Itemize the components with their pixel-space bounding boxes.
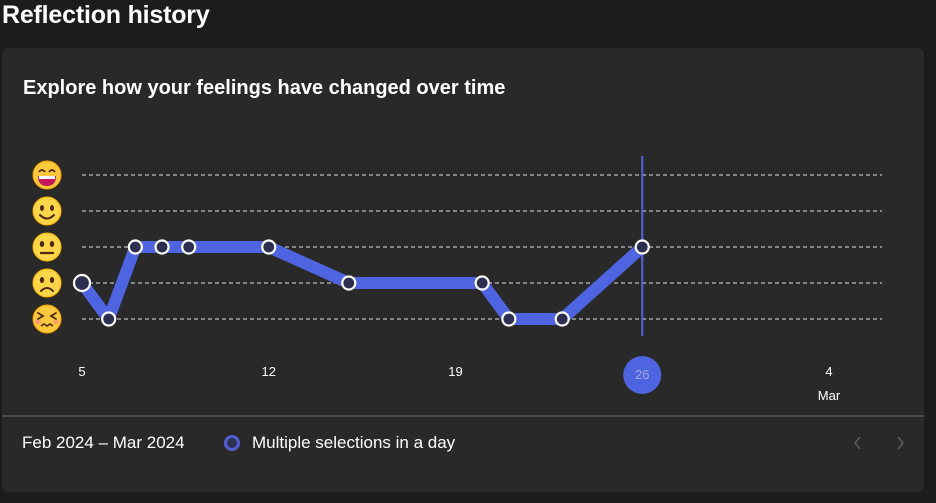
cheek — [35, 320, 41, 324]
data-point[interactable] — [101, 311, 117, 327]
confounded-face-icon — [32, 304, 62, 334]
frowning-face-icon — [32, 268, 62, 298]
eye — [39, 277, 45, 283]
eye — [49, 277, 55, 283]
mood-chart: 5 12 19 26 4 Mar — [32, 156, 882, 403]
data-point[interactable] — [127, 239, 143, 255]
chevron-right-icon — [897, 436, 905, 450]
legend-label: Multiple selections in a day — [252, 433, 456, 452]
x-tick-label[interactable]: 26 — [635, 367, 649, 382]
grinning-face-icon — [32, 160, 62, 190]
eye — [39, 241, 45, 247]
page-title: Reflection history — [2, 1, 210, 29]
face — [32, 196, 62, 226]
data-point[interactable] — [181, 239, 197, 255]
x-tick-label: 19 — [448, 364, 462, 379]
eye — [50, 205, 54, 211]
eye — [49, 241, 55, 247]
data-point[interactable] — [261, 239, 277, 255]
data-point[interactable] — [474, 275, 490, 291]
data-point[interactable] — [634, 239, 650, 255]
multiple-selections-marker-icon — [224, 435, 240, 451]
cheek — [53, 320, 59, 324]
x-tick-label: 12 — [262, 364, 276, 379]
smiling-face-icon — [32, 196, 62, 226]
date-range-label: Feb 2024 – Mar 2024 — [22, 433, 185, 452]
data-point[interactable] — [341, 275, 357, 291]
face — [32, 268, 62, 298]
chevron-left-icon — [853, 436, 861, 450]
x-tick-label: 4 — [825, 364, 832, 379]
chart-footer: Feb 2024 – Mar 2024 Multiple selections … — [2, 417, 924, 471]
x-axis-ticks: 5 12 19 26 4 Mar — [78, 356, 841, 403]
data-point[interactable] — [554, 311, 570, 327]
data-point-multiple[interactable] — [72, 273, 92, 293]
previous-period-button[interactable] — [844, 429, 872, 457]
teeth — [39, 176, 55, 179]
x-tick-label: 5 — [78, 364, 85, 379]
neutral-face-icon — [32, 232, 62, 262]
x-tick-sublabel: Mar — [818, 388, 841, 403]
data-point[interactable] — [154, 239, 170, 255]
next-period-button[interactable] — [886, 429, 914, 457]
mood-axis — [32, 160, 62, 334]
legend: Multiple selections in a day — [224, 433, 455, 453]
data-point[interactable] — [501, 311, 517, 327]
face — [32, 232, 62, 262]
eye — [40, 205, 44, 211]
reflection-history-card: Explore how your feelings have changed o… — [2, 48, 924, 492]
